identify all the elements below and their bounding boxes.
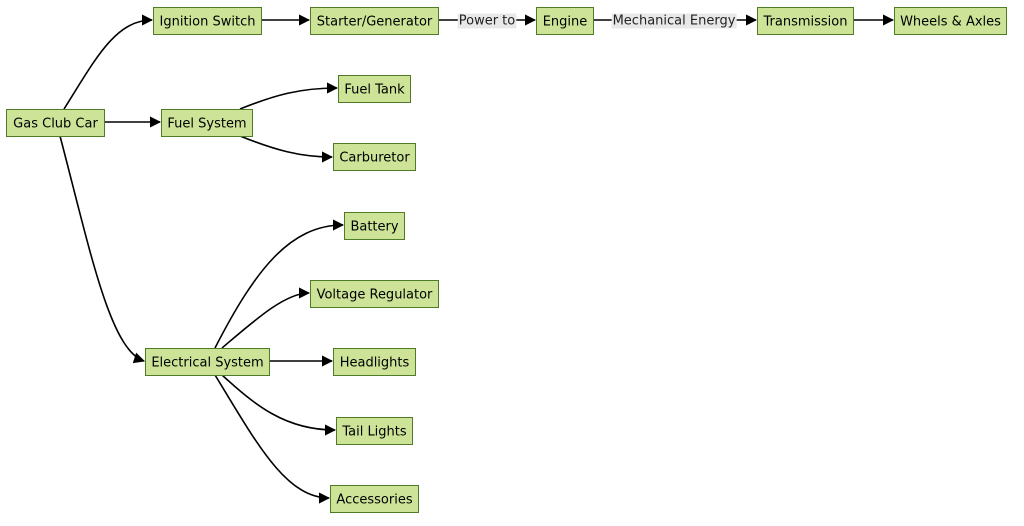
edge-car-ign: [63, 14, 154, 110]
node-label: Headlights: [340, 356, 410, 371]
edge-label-text: Power to: [459, 14, 516, 29]
edge-elec-acc: [214, 374, 331, 504]
node-label: Wheels & Axles: [900, 15, 1001, 30]
node-label: Tail Lights: [341, 425, 407, 440]
edge-arrow: [221, 374, 337, 436]
node-engine: Engine: [536, 7, 594, 35]
edge-arrow: [239, 135, 334, 163]
node-tank: Fuel Tank: [338, 75, 411, 103]
node-label: Battery: [350, 220, 398, 235]
edge-arrow: [239, 82, 339, 110]
node-label: Carburetor: [339, 151, 410, 166]
node-car: Gas Club Car: [6, 109, 105, 137]
edge-label-text: Mechanical Energy: [613, 14, 736, 29]
node-battery: Battery: [344, 212, 405, 240]
edge-label: Power to: [457, 13, 517, 29]
node-fuel: Fuel System: [161, 109, 253, 137]
node-label: Gas Club Car: [13, 117, 98, 132]
node-label: Fuel System: [167, 117, 246, 132]
edge-arrow: [221, 287, 311, 349]
node-label: Engine: [543, 15, 588, 30]
node-label: Accessories: [336, 493, 412, 508]
node-trans: Transmission: [757, 7, 854, 35]
node-starter: Starter/Generator: [310, 7, 439, 35]
node-elec: Electrical System: [145, 348, 270, 376]
edge-car-elec: [59, 135, 146, 364]
node-label: Voltage Regulator: [317, 288, 433, 303]
node-label: Fuel Tank: [344, 83, 405, 98]
edge-elec-volt: [221, 287, 311, 349]
node-tail: Tail Lights: [336, 417, 413, 445]
node-label: Electrical System: [151, 356, 263, 371]
flowchart-diagram: Power to Mechanical Energy Gas Club Car Ig…: [6, 7, 1007, 513]
node-carb: Carburetor: [333, 143, 416, 171]
node-label: Ignition Switch: [160, 15, 256, 30]
edge-fuel-tank: [239, 82, 339, 110]
node-volt: Voltage Regulator: [310, 280, 439, 308]
edge-arrow: [63, 14, 154, 110]
node-head: Headlights: [333, 348, 416, 376]
node-acc: Accessories: [330, 485, 419, 513]
node-ign: Ignition Switch: [153, 7, 262, 35]
node-wheels: Wheels & Axles: [894, 7, 1007, 35]
edge-elec-tail: [221, 374, 337, 436]
node-label: Transmission: [763, 15, 848, 30]
edge-fuel-carb: [239, 135, 334, 163]
edge-arrow: [59, 135, 146, 364]
edge-label: Mechanical Energy: [611, 13, 737, 29]
node-label: Starter/Generator: [317, 15, 433, 30]
edge-arrow: [214, 374, 331, 504]
